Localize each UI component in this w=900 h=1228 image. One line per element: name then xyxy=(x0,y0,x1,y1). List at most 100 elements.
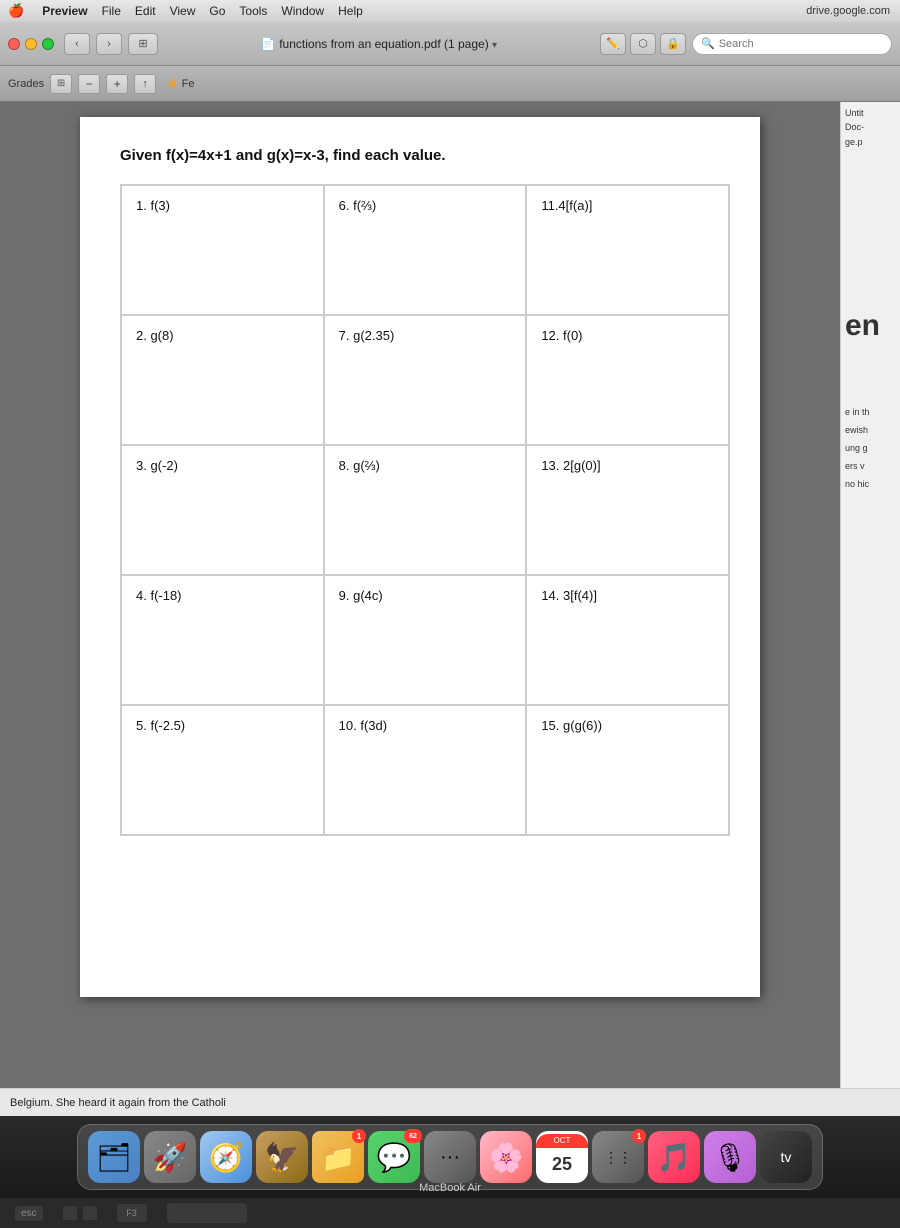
zoom-in-button[interactable]: + xyxy=(106,74,128,94)
menu-window[interactable]: Window xyxy=(281,4,324,18)
lock-button[interactable]: 🔒 xyxy=(660,33,686,55)
dock-apple-tv[interactable]: tv xyxy=(760,1131,812,1183)
problem-label-3: 3. g(-2) xyxy=(136,458,309,473)
problem-cell-10: 10. f(3d) xyxy=(324,705,527,835)
problem-label-9: 9. g(4c) xyxy=(339,588,512,603)
grades-label: Grades xyxy=(8,78,44,90)
f3-key[interactable]: F3 xyxy=(117,1204,147,1222)
menu-file[interactable]: File xyxy=(102,4,121,18)
sidebar-button[interactable]: ⊞ xyxy=(128,33,158,55)
dock-area: 🗂 🚀 🧭 🦅 📁 1 💬 62 ··· 🌸 xyxy=(0,1116,900,1198)
search-icon: 🔍 xyxy=(701,37,715,50)
menu-edit[interactable]: Edit xyxy=(135,4,156,18)
dock-podcasts[interactable]: 🎙 xyxy=(704,1131,756,1183)
dock-eagle[interactable]: 🦅 xyxy=(256,1131,308,1183)
problem-cell-5: 5. f(-2.5) xyxy=(121,705,324,835)
favorites-label: Fe xyxy=(182,78,195,90)
problems-grid: 1. f(3) 6. f(⅔) 11.4[f(a)] 2. g(8) 7. g(… xyxy=(120,184,730,836)
pdf-title: Given f(x)=4x+1 and g(x)=x-3, find each … xyxy=(120,147,730,164)
problem-cell-3: 3. g(-2) xyxy=(121,445,324,575)
messages-badge: 62 xyxy=(404,1129,422,1143)
spacebar-preview xyxy=(167,1203,247,1223)
pdf-page: Given f(x)=4x+1 and g(x)=x-3, find each … xyxy=(80,117,760,997)
document-title: 📄 functions from an equation.pdf (1 page… xyxy=(164,37,594,51)
toolbar2: Grades ⊞ − + ↑ ★ Fe xyxy=(0,66,900,102)
problem-label-13: 13. 2[g(0)] xyxy=(541,458,714,473)
problem-cell-2: 2. g(8) xyxy=(121,315,324,445)
title-text: functions from an equation.pdf (1 page) xyxy=(279,37,488,51)
problem-label-14: 14. 3[f(4)] xyxy=(541,588,714,603)
problem-label-2: 2. g(8) xyxy=(136,328,309,343)
control-badge: 1 xyxy=(632,1129,646,1143)
dock-folder[interactable]: 📁 1 xyxy=(312,1131,364,1183)
search-input[interactable] xyxy=(719,38,883,50)
menu-view[interactable]: View xyxy=(170,4,196,18)
dock-launchpad[interactable]: 🚀 xyxy=(144,1131,196,1183)
menu-preview[interactable]: Preview xyxy=(42,4,87,18)
problem-cell-13: 13. 2[g(0)] xyxy=(526,445,729,575)
title-dropdown[interactable]: ▾ xyxy=(492,40,497,51)
menu-tools[interactable]: Tools xyxy=(239,4,267,18)
menu-help[interactable]: Help xyxy=(338,4,363,18)
edit-button[interactable]: ✏️ xyxy=(600,33,626,55)
minimize-button[interactable] xyxy=(25,38,37,50)
brightness2-icon xyxy=(83,1206,97,1220)
right-panel-top: Untit Doc- ge.p xyxy=(845,106,896,149)
dock-dots[interactable]: ··· xyxy=(424,1131,476,1183)
back-button[interactable]: ‹ xyxy=(64,33,90,55)
esc-key[interactable]: esc xyxy=(15,1206,43,1221)
forward-button[interactable]: › xyxy=(96,33,122,55)
maximize-button[interactable] xyxy=(42,38,54,50)
url-text: drive.google.com xyxy=(806,5,890,17)
problem-cell-15: 15. g(g(6)) xyxy=(526,705,729,835)
apple-menu[interactable]: 🍎 xyxy=(8,3,24,19)
search-box[interactable]: 🔍 xyxy=(692,33,892,55)
problem-label-15: 15. g(g(6)) xyxy=(541,718,714,733)
menubar-url: drive.google.com xyxy=(806,0,890,22)
right-label-doc: Doc- xyxy=(845,122,864,132)
side-text-1: e in th xyxy=(845,403,896,421)
dock-finder[interactable]: 🗂 xyxy=(88,1131,140,1183)
right-label-untit: Untit xyxy=(845,108,864,118)
menu-go[interactable]: Go xyxy=(209,4,225,18)
dock-photos[interactable]: 🌸 xyxy=(480,1131,532,1183)
right-side-texts: e in th ewish ung g ers v no hic xyxy=(845,403,896,493)
side-text-2: ewish xyxy=(845,421,896,439)
problem-label-4: 4. f(-18) xyxy=(136,588,309,603)
menubar: 🍎 Preview File Edit View Go Tools Window… xyxy=(0,0,900,22)
problem-cell-11: 11.4[f(a)] xyxy=(526,185,729,315)
side-text-4: ers v xyxy=(845,457,896,475)
folder-badge: 1 xyxy=(352,1129,366,1143)
right-label-page: ge.p xyxy=(845,137,863,147)
close-button[interactable] xyxy=(8,38,20,50)
en-label: en xyxy=(845,309,896,343)
keyboard-area: esc F3 xyxy=(0,1198,900,1228)
problem-label-10: 10. f(3d) xyxy=(339,718,512,733)
problem-cell-4: 4. f(-18) xyxy=(121,575,324,705)
problem-cell-7: 7. g(2.35) xyxy=(324,315,527,445)
problem-label-6: 6. f(⅔) xyxy=(339,198,512,213)
favorites-star[interactable]: ★ xyxy=(166,75,179,92)
function-keys xyxy=(63,1206,97,1220)
problem-label-5: 5. f(-2.5) xyxy=(136,718,309,733)
dock-calendar[interactable]: OCT 25 xyxy=(536,1131,588,1183)
problem-label-7: 7. g(2.35) xyxy=(339,328,512,343)
dock-safari[interactable]: 🧭 xyxy=(200,1131,252,1183)
problem-cell-1: 1. f(3) xyxy=(121,185,324,315)
macbook-label: MacBook Air xyxy=(419,1182,481,1194)
share-button[interactable]: ↑ xyxy=(134,74,156,94)
nav-button[interactable]: ⬡ xyxy=(630,33,656,55)
problem-cell-8: 8. g(⅔) xyxy=(324,445,527,575)
side-text-3: ung g xyxy=(845,439,896,457)
dock-messages[interactable]: 💬 62 xyxy=(368,1131,420,1183)
sidebar-toggle[interactable]: ⊞ xyxy=(50,74,72,94)
window-controls xyxy=(8,38,54,50)
brightness-icon xyxy=(63,1206,77,1220)
zoom-out-button[interactable]: − xyxy=(78,74,100,94)
problem-label-11: 11.4[f(a)] xyxy=(541,198,714,213)
problem-cell-9: 9. g(4c) xyxy=(324,575,527,705)
pdf-area: Given f(x)=4x+1 and g(x)=x-3, find each … xyxy=(0,102,840,1088)
dock-music[interactable]: 🎵 xyxy=(648,1131,700,1183)
problem-cell-6: 6. f(⅔) xyxy=(324,185,527,315)
dock-control-center[interactable]: ⋮⋮ 1 xyxy=(592,1131,644,1183)
